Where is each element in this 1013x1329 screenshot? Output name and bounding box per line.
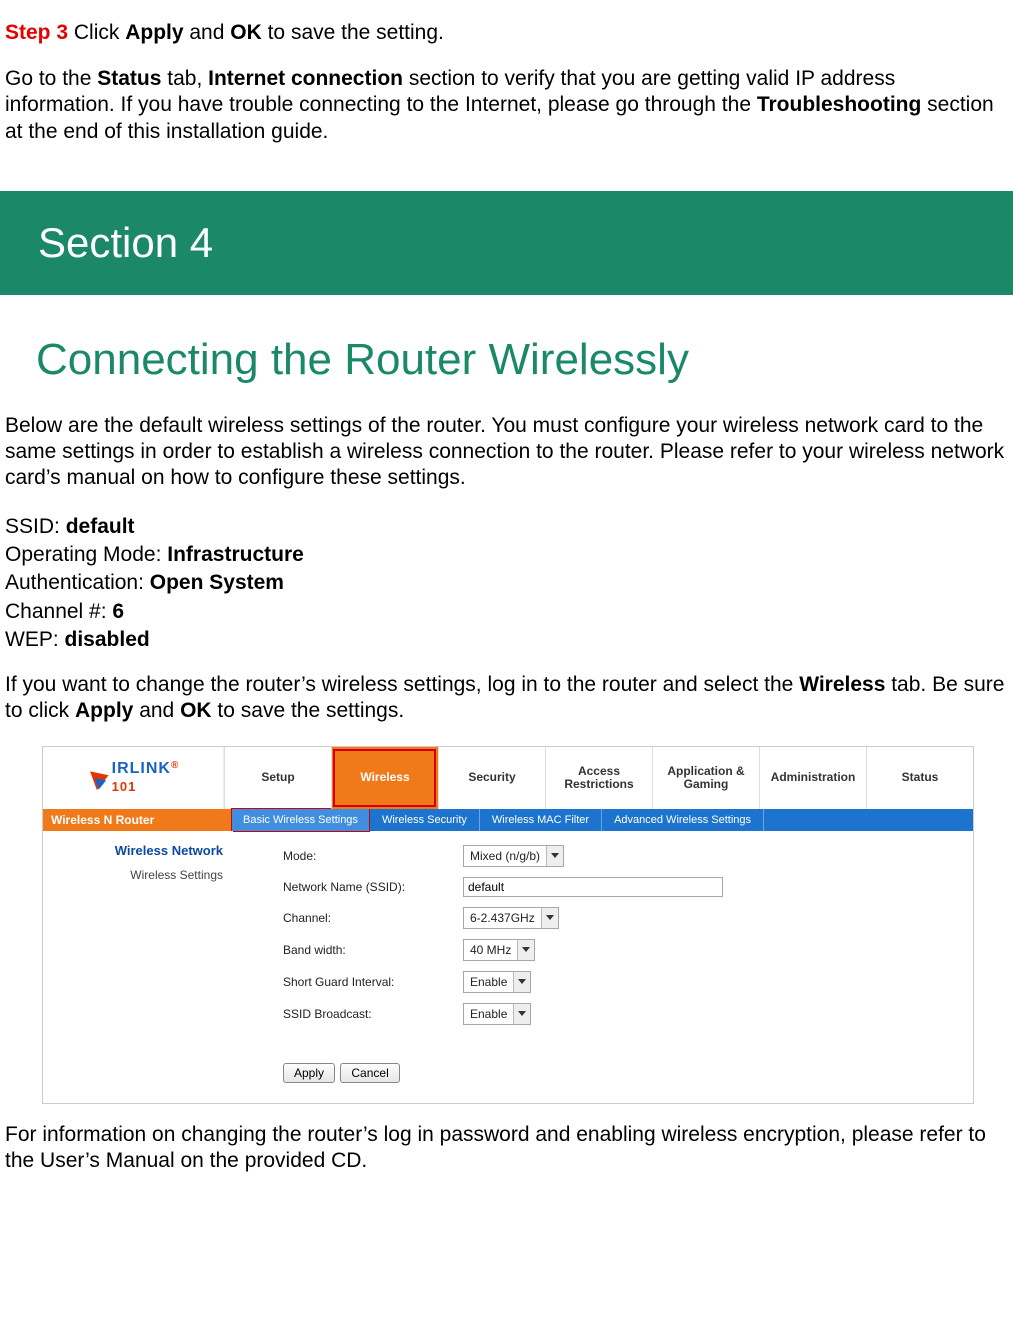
- select-ssid-broadcast[interactable]: Enable: [463, 1003, 531, 1025]
- chevron-down-icon: [513, 1004, 530, 1024]
- logo-icon: [90, 766, 112, 790]
- step3-label: Step 3: [5, 21, 68, 44]
- tab-administration[interactable]: Administration: [759, 747, 866, 809]
- select-sgi[interactable]: Enable: [463, 971, 531, 993]
- section-banner: Section 4: [0, 191, 1013, 295]
- wireless-form: Mode: Mixed (n/g/b) Network Name (SSID):…: [233, 831, 973, 1103]
- tab-app-gaming[interactable]: Application & Gaming: [652, 747, 759, 809]
- status-paragraph: Go to the Status tab, Internet connectio…: [0, 66, 1013, 145]
- tab-setup[interactable]: Setup: [224, 747, 331, 809]
- chevron-down-icon: [517, 940, 534, 960]
- chevron-down-icon: [513, 972, 530, 992]
- airlink-logo: IRLINK®101: [43, 747, 224, 809]
- main-tabs: Setup Wireless Security Access Restricti…: [224, 747, 973, 809]
- section-title: Connecting the Router Wirelessly: [0, 335, 1013, 385]
- label-ssid: Network Name (SSID):: [283, 880, 463, 894]
- chevron-down-icon: [546, 846, 563, 866]
- subtab-basic-wireless[interactable]: Basic Wireless Settings: [231, 808, 370, 832]
- label-bandwidth: Band width:: [283, 943, 463, 957]
- tab-security[interactable]: Security: [438, 747, 545, 809]
- tab-status[interactable]: Status: [866, 747, 973, 809]
- tab-access-restrictions[interactable]: Access Restrictions: [545, 747, 652, 809]
- subbar-title: Wireless N Router: [43, 809, 231, 831]
- select-bandwidth[interactable]: 40 MHz: [463, 939, 535, 961]
- router-ui-screenshot: IRLINK®101 Setup Wireless Security Acces…: [42, 746, 974, 1104]
- apply-button[interactable]: Apply: [283, 1063, 335, 1083]
- label-sgi: Short Guard Interval:: [283, 975, 463, 989]
- section-description: Below are the default wireless settings …: [0, 413, 1013, 492]
- label-channel: Channel:: [283, 911, 463, 925]
- subtab-advanced-wireless[interactable]: Advanced Wireless Settings: [602, 809, 764, 831]
- side-title: Wireless Network: [43, 843, 223, 858]
- step3-line: Step 3 Click Apply and OK to save the se…: [0, 21, 1013, 45]
- input-ssid[interactable]: [463, 877, 723, 897]
- side-label: Wireless Settings: [43, 868, 223, 882]
- cancel-button[interactable]: Cancel: [340, 1063, 399, 1083]
- subtab-mac-filter[interactable]: Wireless MAC Filter: [480, 809, 602, 831]
- sub-tabs: Basic Wireless Settings Wireless Securit…: [231, 809, 973, 831]
- logo-text: IRLINK®101: [112, 760, 180, 796]
- footer-paragraph: For information on changing the router’s…: [0, 1122, 1013, 1175]
- change-settings-paragraph: If you want to change the router’s wirel…: [0, 672, 1013, 725]
- subtab-wireless-security[interactable]: Wireless Security: [370, 809, 480, 831]
- label-ssid-broadcast: SSID Broadcast:: [283, 1007, 463, 1021]
- default-settings-list: SSID: default Operating Mode: Infrastruc…: [0, 513, 1013, 655]
- select-mode[interactable]: Mixed (n/g/b): [463, 845, 564, 867]
- select-channel[interactable]: 6-2.437GHz: [463, 907, 559, 929]
- tab-wireless[interactable]: Wireless: [331, 747, 438, 809]
- chevron-down-icon: [541, 908, 558, 928]
- label-mode: Mode:: [283, 849, 463, 863]
